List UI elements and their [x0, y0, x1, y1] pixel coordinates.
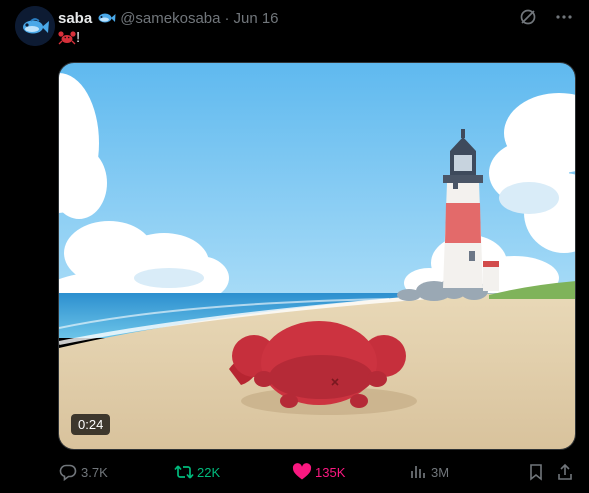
user-handle[interactable]: @samekosaba	[120, 10, 220, 27]
grok-icon[interactable]	[519, 8, 537, 26]
reply-count: 3.7K	[81, 464, 108, 480]
tweet-post[interactable]: saba @samekosaba · Jun 16 ! 0:24 3.7K 22…	[0, 0, 589, 493]
repost-count: 22K	[197, 464, 221, 480]
share-button[interactable]	[555, 461, 578, 483]
tweet-text-content: !	[76, 29, 81, 46]
post-date[interactable]: Jun 16	[233, 10, 278, 27]
heart-icon	[292, 462, 312, 482]
repost-icon	[174, 462, 194, 482]
repost-button[interactable]: 22K	[174, 461, 220, 483]
views-button[interactable]: 3M	[408, 461, 449, 483]
tweet-text: !	[58, 29, 80, 46]
bookmark-button[interactable]	[526, 461, 549, 483]
reply-icon	[58, 462, 78, 482]
video-player[interactable]: 0:24	[58, 62, 576, 450]
video-frame	[59, 63, 575, 449]
share-icon	[555, 462, 575, 482]
like-count: 135K	[315, 464, 346, 480]
action-bar: 3.7K 22K 135K 3M	[58, 461, 578, 483]
display-name[interactable]: saba	[58, 10, 92, 27]
views-chart-icon	[408, 462, 428, 482]
post-top-actions	[519, 8, 573, 26]
bookmark-icon	[526, 462, 546, 482]
post-header: saba @samekosaba · Jun 16	[58, 8, 279, 28]
separator-dot: ·	[224, 9, 230, 27]
crab-emoji-icon	[58, 30, 76, 45]
fish-icon	[96, 10, 116, 26]
views-count: 3M	[431, 464, 450, 480]
video-duration-badge: 0:24	[71, 414, 111, 435]
fish-avatar-icon	[15, 6, 55, 46]
avatar[interactable]	[15, 6, 55, 46]
like-button[interactable]: 135K	[292, 461, 345, 483]
reply-button[interactable]: 3.7K	[58, 461, 108, 483]
more-icon[interactable]	[555, 8, 573, 26]
